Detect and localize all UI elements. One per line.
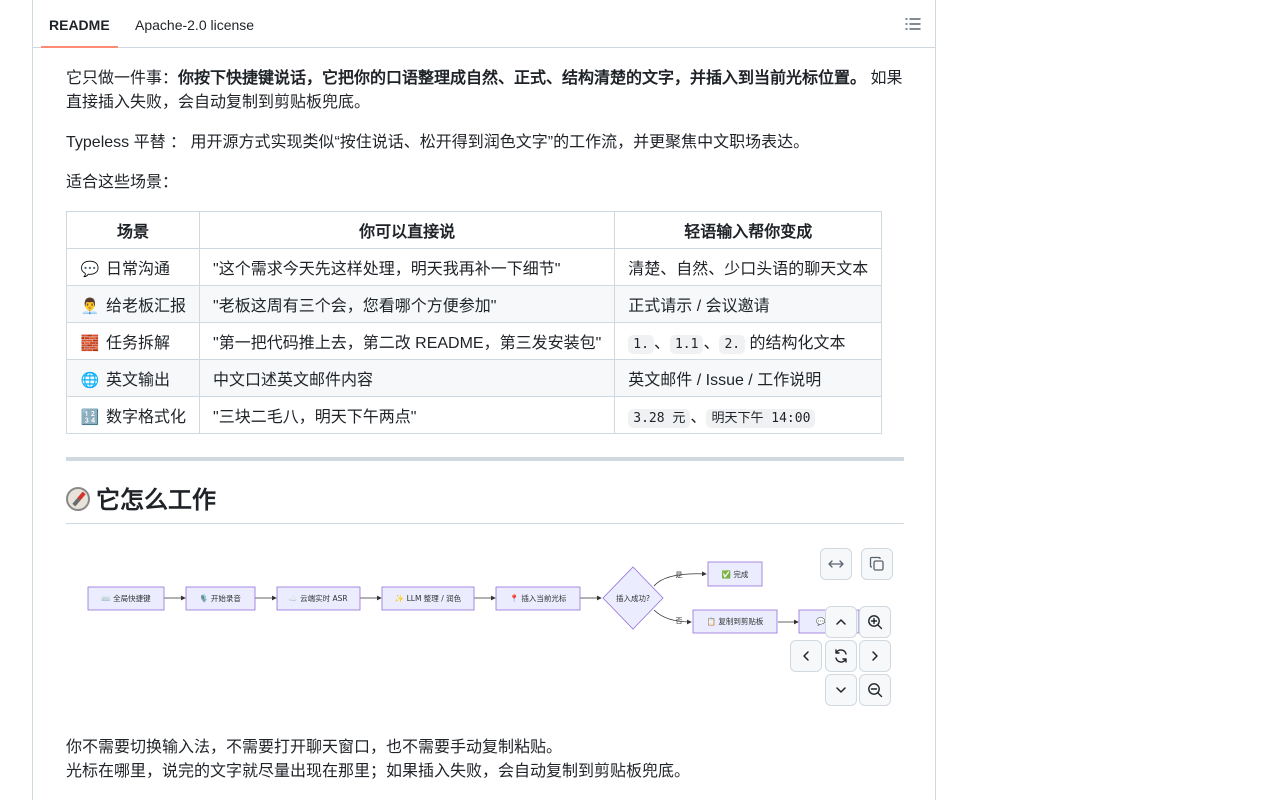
speech-bubble-icon: 💬	[80, 260, 100, 278]
result-cell: 英文邮件 / Issue / 工作说明	[614, 359, 883, 397]
result-cell: 1.、 1.1、 2. 的结构化文本	[614, 322, 883, 360]
reset-icon	[835, 649, 847, 663]
office-worker-icon: 👨‍💼	[80, 297, 100, 315]
result-cell: 清楚、自然、少口头语的聊天文本	[614, 248, 883, 286]
outro-line-1: 你不需要切换输入法，不需要打开聊天窗口，也不需要手动复制粘贴。	[66, 739, 563, 756]
reset-view-button[interactable]	[825, 640, 857, 672]
zoom-out-icon	[868, 683, 883, 698]
separator: 、	[653, 335, 670, 352]
flow-node-label: ✅ 完成	[722, 569, 749, 579]
inline-code: 1.	[628, 335, 654, 354]
table-header: 轻语输入帮你变成	[614, 211, 883, 249]
result-cell: 3.28 元、明天下午 14:00	[614, 396, 883, 434]
table-header: 场景	[65, 211, 201, 249]
separator: 、	[703, 335, 720, 352]
copy-button[interactable]	[861, 548, 893, 580]
section-title: 它怎么工作	[96, 487, 216, 514]
flow-decision-label: 插入成功?	[616, 593, 650, 603]
typeless-paragraph: Typeless 平替 ： 用开源方式实现类似“按住说话、松开得到润色文字”的工…	[66, 134, 810, 151]
scene-cell: 🧱 任务拆解	[65, 322, 201, 360]
expand-button[interactable]	[820, 548, 852, 580]
chevron-right-icon	[872, 651, 878, 661]
result-cell: 正式请示 / 会议邀请	[614, 285, 883, 323]
tab-license[interactable]: Apache-2.0 license	[127, 0, 262, 48]
numbers-icon: 🔢	[80, 408, 100, 426]
scene-label: 给老板汇报	[106, 298, 187, 315]
table-header-row: 场景 你可以直接说 轻语输入帮你变成	[65, 211, 883, 249]
chevron-up-icon	[836, 619, 846, 625]
flow-node-label: 📍 插入当前光标	[510, 593, 567, 603]
flow-edge-no	[653, 609, 692, 625]
flowchart-svg: ⌨️ 全局快捷键 🎙️ 开始录音 ☁️ 云端实时 ASR ✨ LLM 整理 / …	[87, 561, 860, 634]
say-cell: "三块二毛八，明天下午两点"	[199, 396, 616, 434]
chevron-down-icon	[836, 687, 846, 693]
readme-tabbar: README Apache-2.0 license	[33, 0, 935, 48]
intro-bold: 你按下快捷键说话，它把你的口语整理成自然、正式、结构清楚的文字，并插入到当前光标…	[178, 70, 867, 87]
inline-code: 2.	[719, 335, 746, 354]
table-row: 🔢 数字格式化 "三块二毛八，明天下午两点" 3.28 元、明天下午 14:00	[65, 396, 883, 434]
section-heading: 它怎么工作	[66, 484, 904, 524]
intro-line-2: 直接插入失败，会自动复制到剪贴板兜底。	[66, 94, 371, 111]
flow-edge-label-no: 否	[676, 617, 683, 625]
table-row: 💬 日常沟通 "这个需求今天先这样处理，明天我再补一下细节" 清楚、自然、少口头语…	[65, 248, 883, 286]
scene-cell: 💬 日常沟通	[65, 248, 201, 286]
scene-cell: 🌐 英文输出	[65, 359, 201, 397]
tab-readme[interactable]: README	[41, 0, 118, 48]
zoom-out-button[interactable]	[859, 674, 891, 706]
pan-left-button[interactable]	[790, 640, 822, 672]
flow-node-label: ⌨️ 全局快捷键	[101, 593, 151, 603]
inline-code: 1.1	[669, 335, 704, 354]
say-cell: "老板这周有三个会，您看哪个方便参加"	[199, 285, 616, 323]
say-cell: "第一把代码推上去，第二改 README，第三发安装包"	[199, 322, 616, 360]
separator: 、	[690, 409, 707, 426]
result-tail: 的结构化文本	[745, 335, 846, 352]
scene-label: 任务拆解	[106, 335, 171, 352]
scene-cell: 🔢 数字格式化	[65, 396, 201, 434]
intro-paragraph: 它只做一件事：你按下快捷键说话，它把你的口语整理成自然、正式、结构清楚的文字，并…	[66, 67, 902, 91]
zoom-in-button[interactable]	[859, 606, 891, 638]
intro-suffix: 如果	[866, 70, 903, 87]
inline-code: 明天下午 14:00	[706, 409, 816, 428]
flow-edge-label-yes: 是	[676, 571, 683, 579]
inline-code: 3.28 元	[628, 409, 691, 428]
outro-line-2: 光标在哪里，说完的文字就尽量出现在那里；如果插入失败，会自动复制到剪贴板兜底。	[66, 763, 691, 780]
globe-icon: 🌐	[80, 371, 100, 389]
flow-node-label: 🎙️ 开始录音	[199, 593, 241, 603]
chevron-left-icon	[803, 651, 809, 661]
flowchart-diagram[interactable]: ⌨️ 全局快捷键 🎙️ 开始录音 ☁️ 云端实时 ASR ✨ LLM 整理 / …	[66, 540, 904, 720]
readme-panel: README Apache-2.0 license 它只做一件事：你按下快捷键说…	[32, 0, 936, 800]
horizontal-rule	[66, 457, 904, 461]
copy-icon	[869, 556, 884, 571]
bricks-icon: 🧱	[80, 334, 100, 352]
scene-label: 英文输出	[106, 372, 171, 389]
flow-node-label: 📋 复制到剪贴板	[707, 616, 764, 626]
outline-button[interactable]	[901, 12, 925, 36]
scenes-label: 适合这些场景：	[66, 174, 179, 191]
scene-label: 数字格式化	[106, 409, 187, 426]
say-cell: 中文口述英文邮件内容	[199, 359, 616, 397]
flow-node-label: ✨ LLM 整理 / 润色	[395, 593, 462, 603]
scene-cell: 👨‍💼 给老板汇报	[65, 285, 201, 323]
table-header: 你可以直接说	[199, 211, 616, 249]
pan-down-button[interactable]	[825, 674, 857, 706]
table-row: 👨‍💼 给老板汇报 "老板这周有三个会，您看哪个方便参加" 正式请示 / 会议邀请	[65, 285, 883, 323]
compass-icon	[66, 487, 90, 511]
table-row: 🌐 英文输出 中文口述英文邮件内容 英文邮件 / Issue / 工作说明	[65, 359, 883, 397]
pan-up-button[interactable]	[825, 606, 857, 638]
scene-label: 日常沟通	[106, 261, 171, 278]
say-cell: "这个需求今天先这样处理，明天我再补一下细节"	[199, 248, 616, 286]
pan-right-button[interactable]	[859, 640, 891, 672]
scenes-table: 场景 你可以直接说 轻语输入帮你变成 💬 日常沟通 "这个需求今天先这样处理，明天…	[65, 211, 883, 434]
flow-node-label: ☁️ 云端实时 ASR	[288, 593, 347, 603]
intro-prefix: 它只做一件事：	[66, 70, 179, 87]
list-icon	[905, 18, 921, 30]
arrows-horizontal-icon	[828, 560, 844, 568]
zoom-in-icon	[868, 615, 883, 630]
table-row: 🧱 任务拆解 "第一把代码推上去，第二改 README，第三发安装包" 1.、 1.…	[65, 322, 883, 360]
